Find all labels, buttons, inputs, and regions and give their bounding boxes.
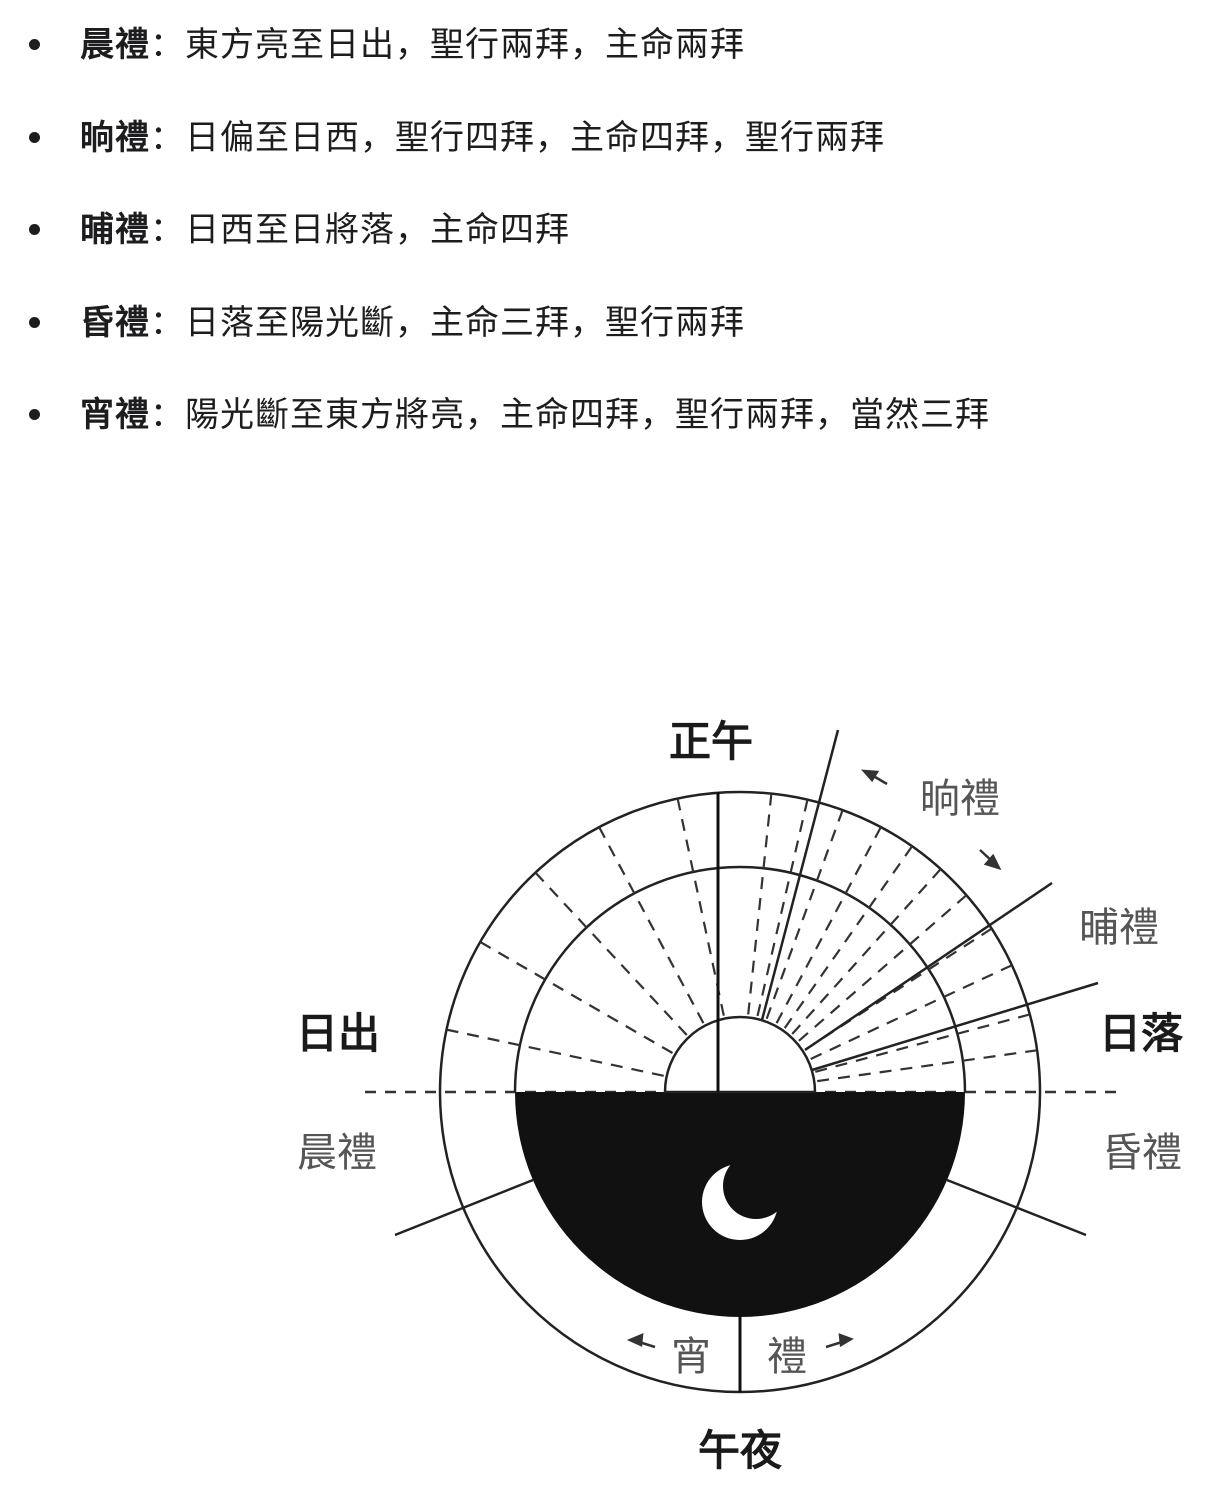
- label-isha-right: 禮: [767, 1334, 807, 1380]
- time-ray: [747, 792, 773, 1015]
- sunset-boundary-line: [811, 981, 1099, 1072]
- isha-boundary-line: [946, 1178, 1087, 1237]
- arrow-icon: [861, 769, 888, 786]
- sun-semicircle: [663, 1015, 817, 1094]
- label-noon: 正午: [669, 717, 753, 766]
- time-ray: [441, 1027, 664, 1077]
- prayer-times-diagram: 正午 午夜 日出 日落 晌禮 晡禮 晨禮 昏禮 宵 禮: [296, 717, 1184, 1475]
- label-midnight: 午夜: [698, 1426, 783, 1475]
- time-ray: [595, 822, 705, 1024]
- arrow-icon: [825, 1333, 854, 1349]
- label-asr: 晡禮: [1079, 905, 1159, 951]
- time-ray: [756, 794, 810, 1017]
- time-ray: [765, 805, 846, 1020]
- arrow-icon: [979, 849, 1002, 871]
- time-ray: [475, 938, 674, 1054]
- label-sunset: 日落: [1099, 1009, 1184, 1058]
- time-ray: [783, 841, 916, 1029]
- arrow-icon: [626, 1333, 656, 1349]
- label-sunrise: 日出: [296, 1009, 380, 1058]
- time-ray: [817, 1048, 1040, 1083]
- label-fajr: 晨禮: [297, 1130, 377, 1176]
- asr-boundary-line: [804, 881, 1053, 1052]
- label-isha-left: 宵: [671, 1334, 711, 1380]
- label-maghrib: 昏禮: [1102, 1130, 1182, 1176]
- dhuhr-boundary-line: [760, 729, 840, 1021]
- label-dhuhr: 晌禮: [920, 776, 1000, 822]
- time-ray: [531, 868, 688, 1036]
- fajr-boundary-line: [394, 1178, 534, 1237]
- time-ray: [775, 822, 885, 1024]
- time-ray: [798, 891, 971, 1042]
